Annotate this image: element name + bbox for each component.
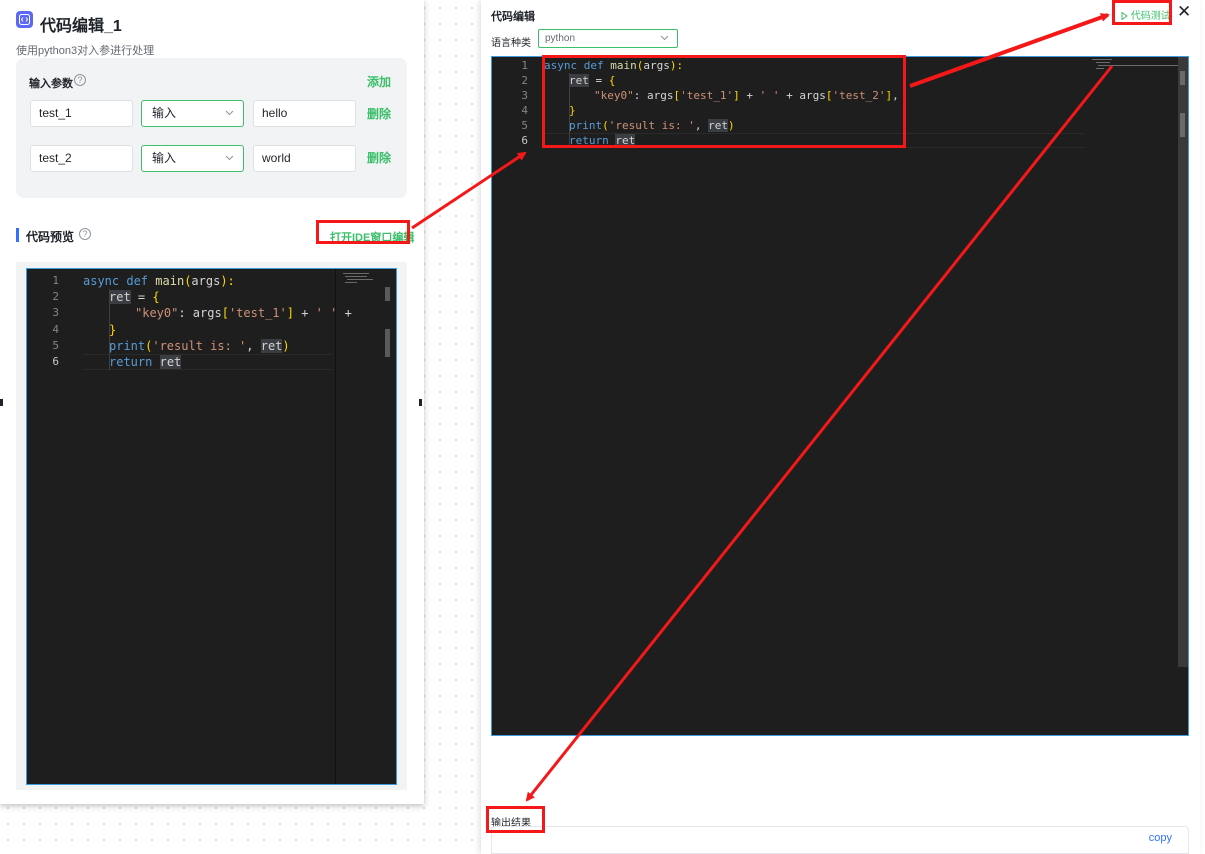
code-preview-editor[interactable]: 1 2 3 4 5 6 async def main(args): ret = … bbox=[26, 268, 397, 785]
line-number: 4 bbox=[521, 104, 528, 117]
annotation-box bbox=[316, 220, 410, 244]
code-line: async def main(args): bbox=[83, 274, 235, 288]
close-icon[interactable]: ✕ bbox=[1177, 2, 1191, 22]
resize-handle[interactable] bbox=[419, 399, 422, 406]
param-name-input[interactable]: test_1 bbox=[30, 100, 133, 127]
param-name-input[interactable]: test_2 bbox=[30, 145, 133, 172]
indent-guide bbox=[109, 289, 110, 370]
chevron-down-icon bbox=[225, 155, 234, 161]
copy-button[interactable]: copy bbox=[1149, 832, 1172, 844]
delete-param-button[interactable]: 删除 bbox=[367, 105, 391, 122]
line-number: 2 bbox=[521, 74, 528, 87]
ide-code-editor[interactable]: 1 2 3 4 5 6 async def main(args): ret = … bbox=[491, 56, 1189, 736]
minimap-divider bbox=[335, 269, 336, 784]
param-type-value: 输入 bbox=[152, 106, 177, 120]
code-line: print('result is: ', ret) bbox=[109, 339, 290, 353]
minimap-line bbox=[1096, 68, 1104, 69]
param-type-select[interactable]: 输入 bbox=[141, 100, 244, 127]
annotation-box bbox=[542, 55, 906, 148]
delete-param-button[interactable]: 删除 bbox=[367, 149, 391, 166]
line-number: 5 bbox=[52, 339, 59, 352]
node-title[interactable]: 代码编辑_1 bbox=[40, 12, 122, 36]
language-label: 语言种类 bbox=[491, 38, 531, 49]
add-param-button[interactable]: 添加 bbox=[367, 73, 391, 90]
language-value: python bbox=[545, 33, 576, 44]
language-select[interactable]: python bbox=[538, 29, 678, 48]
chevron-down-icon bbox=[660, 35, 669, 41]
code-line: "key0": args['test_1'] + ' ' + bbox=[135, 306, 352, 320]
input-params-title: 输入参数 bbox=[29, 78, 73, 90]
question-icon[interactable]: ? bbox=[74, 74, 86, 86]
scrollbar-thumb[interactable] bbox=[1180, 71, 1185, 85]
code-line: ret = { bbox=[109, 290, 160, 304]
minimap-line bbox=[1092, 59, 1112, 60]
dialog-title: 代码编辑 bbox=[491, 11, 535, 23]
input-params-section: 输入参数 ? 添加 test_1 输入 hello 删除 test_2 输入 w… bbox=[16, 58, 407, 198]
chevron-down-icon bbox=[225, 110, 234, 116]
param-value-input[interactable]: hello bbox=[253, 100, 356, 127]
line-number: 5 bbox=[521, 119, 528, 132]
minimap-line bbox=[347, 279, 373, 280]
line-number: 2 bbox=[52, 290, 59, 303]
minimap-line bbox=[345, 282, 357, 283]
scrollbar-thumb[interactable] bbox=[385, 287, 390, 301]
code-preview-title: 代码预览 bbox=[26, 230, 75, 244]
line-number: 3 bbox=[52, 306, 59, 319]
line-number: 4 bbox=[52, 323, 59, 336]
line-number-active: 6 bbox=[521, 134, 528, 147]
line-number: 1 bbox=[521, 59, 528, 72]
resize-handle[interactable] bbox=[0, 399, 3, 406]
scrollbar-thumb[interactable] bbox=[1180, 113, 1185, 137]
annotation-box bbox=[1112, 0, 1172, 25]
minimap-line bbox=[343, 273, 369, 274]
scrollbar-thumb[interactable] bbox=[385, 329, 390, 357]
param-type-value: 输入 bbox=[152, 151, 177, 165]
code-icon bbox=[16, 11, 33, 28]
section-accent-bar bbox=[16, 228, 19, 242]
minimap-line bbox=[1096, 62, 1110, 63]
question-icon[interactable]: ? bbox=[79, 228, 91, 240]
param-type-select[interactable]: 输入 bbox=[141, 145, 244, 172]
code-line: } bbox=[109, 323, 117, 337]
line-number: 3 bbox=[521, 89, 528, 102]
output-result-box[interactable]: copy bbox=[491, 826, 1189, 854]
param-value-input[interactable]: world bbox=[253, 145, 356, 172]
node-description[interactable]: 使用python3对入参进行处理 bbox=[16, 42, 154, 58]
annotation-box bbox=[486, 806, 545, 833]
line-number: 1 bbox=[52, 274, 59, 287]
minimap-line bbox=[1098, 65, 1178, 66]
minimap-line bbox=[345, 276, 367, 277]
line-number-active: 6 bbox=[52, 355, 59, 368]
current-line-highlight bbox=[83, 354, 333, 370]
code-node-panel: 代码编辑_1 使用python3对入参进行处理 输入参数 ? 添加 test_1… bbox=[0, 0, 424, 804]
vertical-scrollbar[interactable] bbox=[1178, 57, 1188, 667]
code-preview-container: 1 2 3 4 5 6 async def main(args): ret = … bbox=[16, 262, 407, 790]
